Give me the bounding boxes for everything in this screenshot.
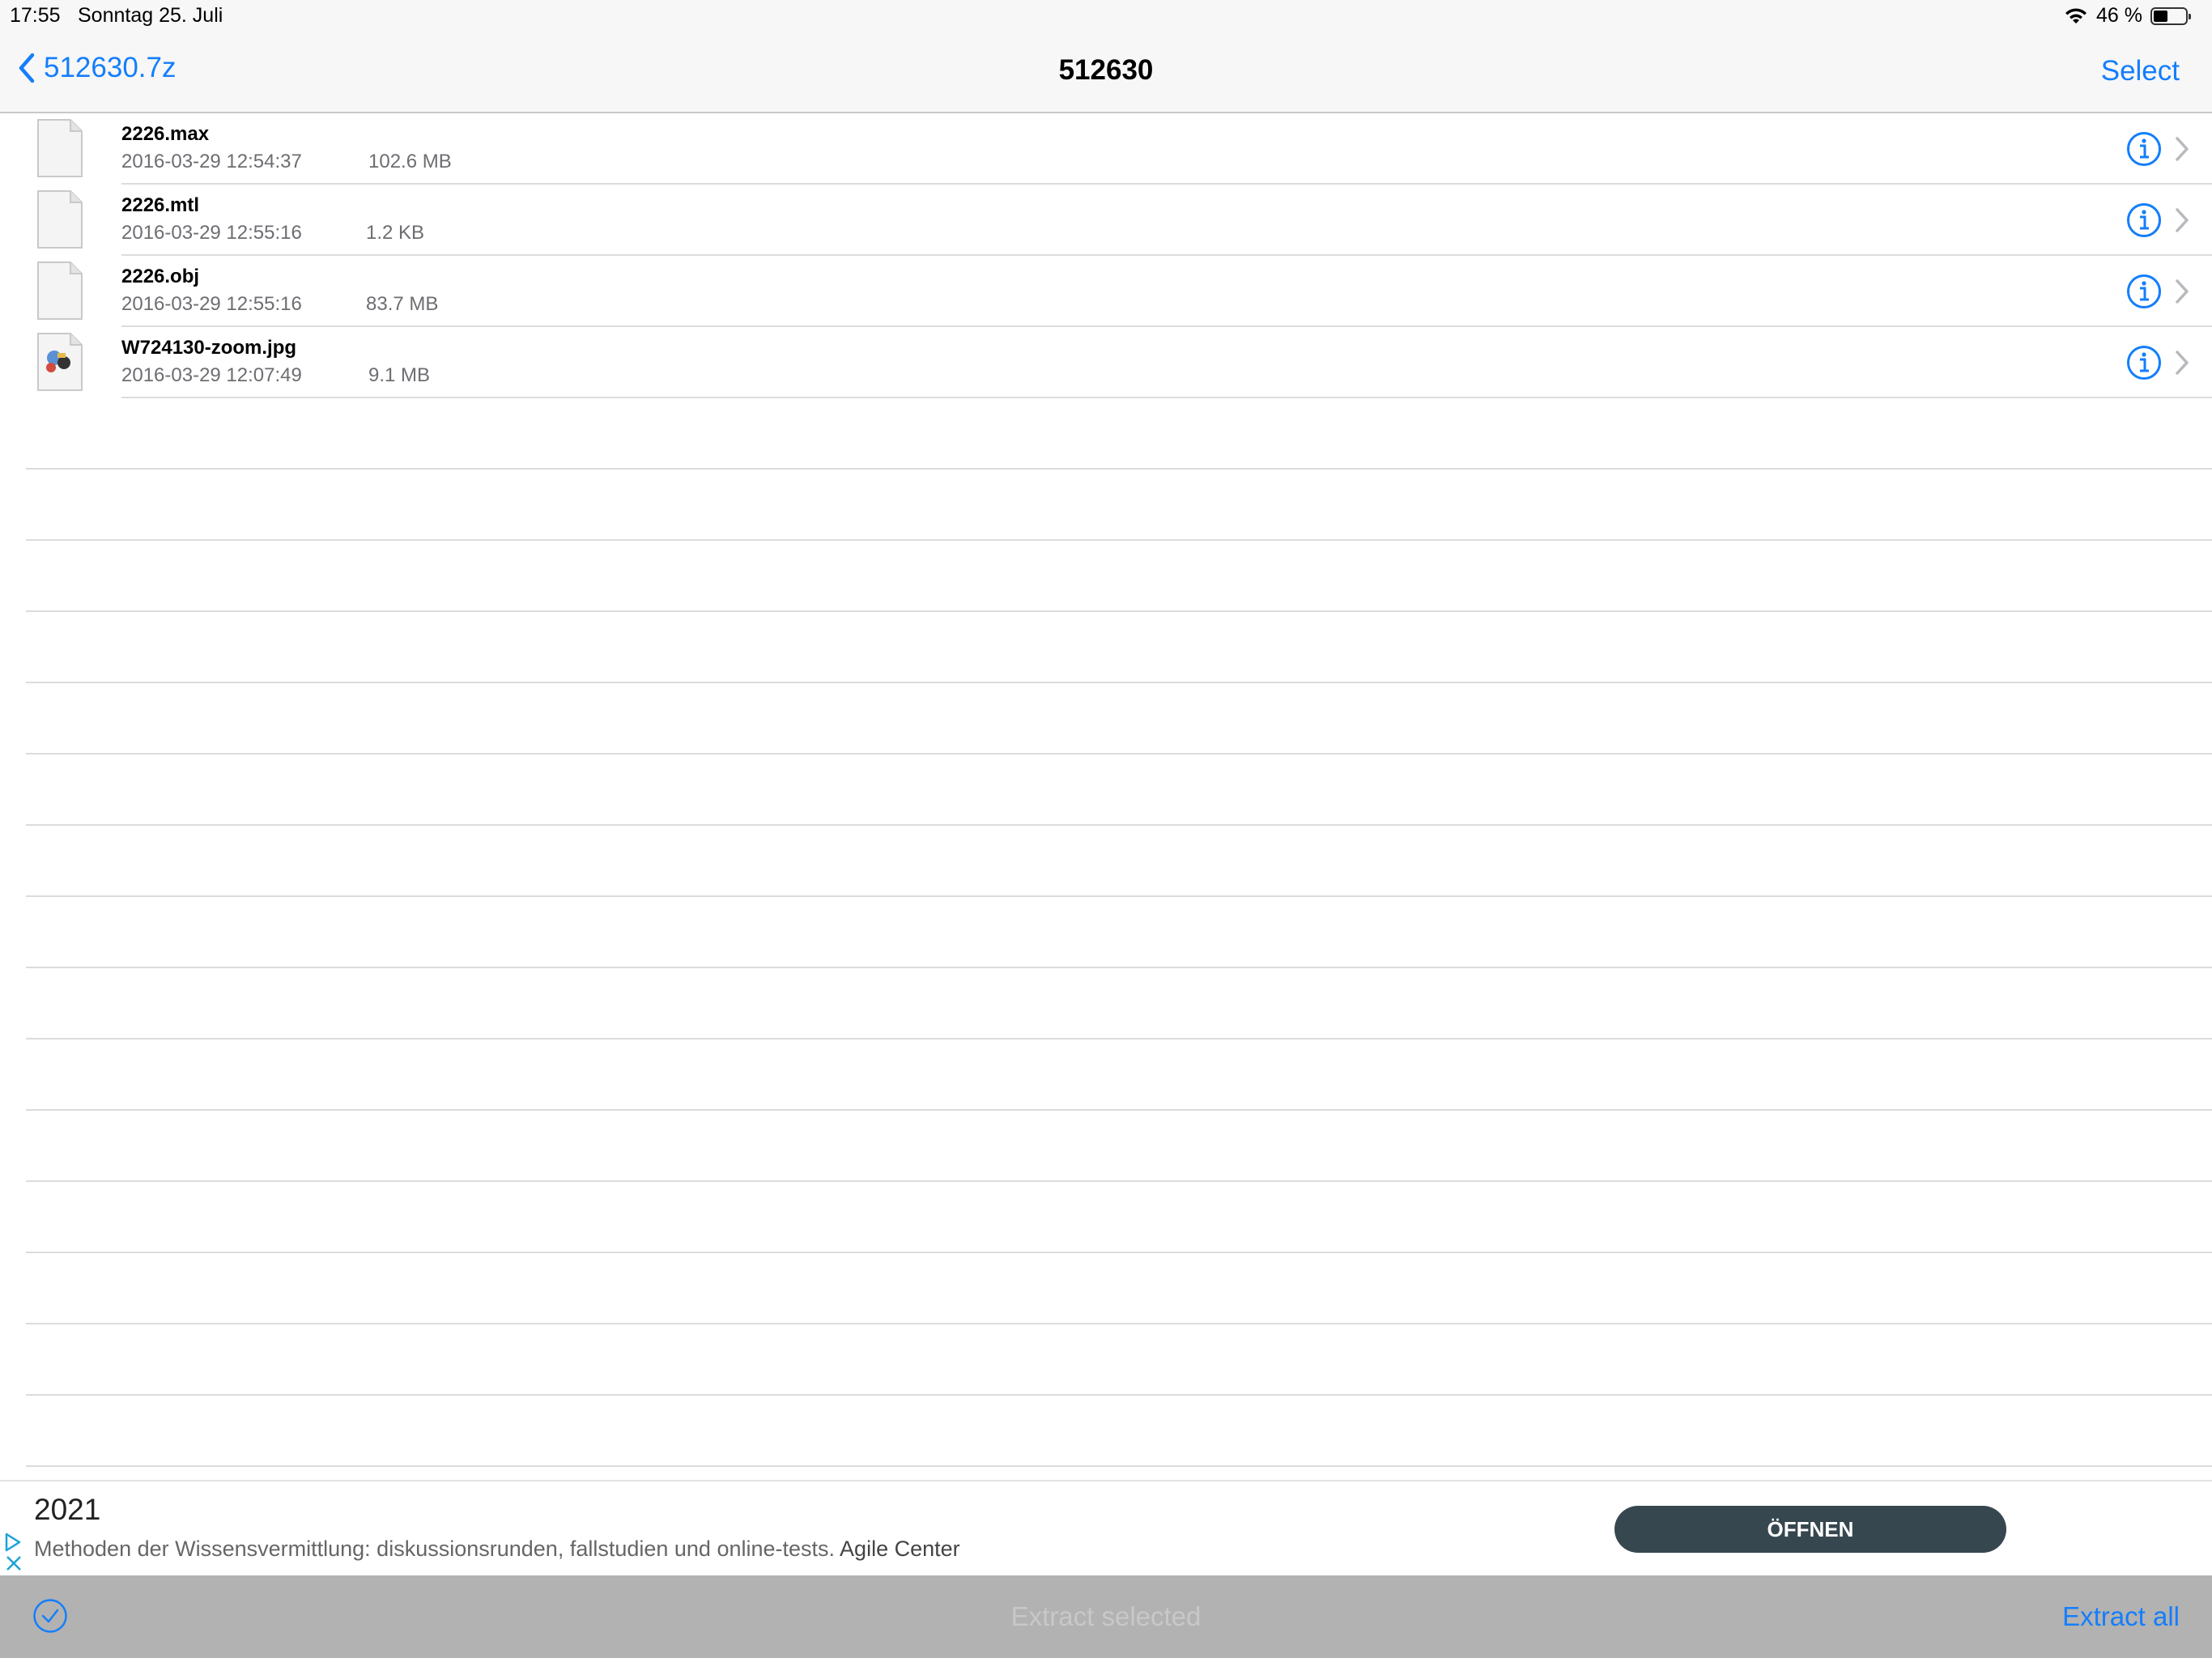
ad-open-button[interactable]: ÖFFNEN [1614,1506,2006,1553]
file-date: 2016-03-29 12:07:49 [121,364,302,386]
file-row[interactable]: 2226.max 2016-03-29 12:54:37 102.6 MB [0,113,2212,185]
ad-brand: Agile Center [840,1537,960,1561]
list-separator [0,1182,2212,1253]
empty-list-area [0,398,2212,1467]
image-file-icon [37,333,83,391]
generic-file-icon [37,190,83,249]
chevron-right-icon [2176,208,2189,232]
ad-title: 2021 [34,1493,101,1526]
file-row[interactable]: W724130-zoom.jpg 2016-03-29 12:07:49 9.1… [0,327,2212,398]
select-button[interactable]: Select [2101,55,2180,87]
ad-description: Methoden der Wissensvermittlung: diskuss… [34,1537,960,1562]
wifi-icon [2065,7,2087,23]
info-icon[interactable] [2126,131,2162,167]
list-separator [0,541,2212,612]
battery-icon [2150,6,2191,25]
file-row[interactable]: 2226.mtl 2016-03-29 12:55:16 1.2 KB [0,185,2212,256]
chevron-right-icon [2176,279,2189,304]
status-time: 17:55 [10,4,61,27]
status-date: Sonntag 25. Juli [78,4,223,27]
info-icon[interactable] [2126,274,2162,309]
list-separator [0,826,2212,897]
status-bar: 17:55 Sonntag 25. Juli 46 % [0,0,2212,32]
extract-all-button[interactable]: Extract all [2062,1601,2180,1632]
file-name: 2226.obj [121,266,200,287]
file-size: 1.2 KB [366,222,425,244]
chevron-right-icon [2176,137,2189,161]
file-name: 2226.mtl [121,194,200,216]
file-size: 83.7 MB [366,293,439,315]
battery-fill [2154,10,2168,22]
close-icon[interactable] [5,1554,23,1572]
file-date: 2016-03-29 12:54:37 [121,151,302,172]
file-date: 2016-03-29 12:55:16 [121,293,302,315]
file-list: 2226.max 2016-03-29 12:54:37 102.6 MB 22… [0,113,2212,398]
list-separator [0,1111,2212,1182]
ad-choices-icon[interactable] [3,1532,23,1553]
bottom-toolbar: Extract selected Extract all [0,1575,2212,1658]
file-size: 9.1 MB [368,364,431,386]
list-separator [0,1396,2212,1467]
file-name: W724130-zoom.jpg [121,337,297,359]
file-size: 102.6 MB [368,151,452,172]
list-separator [0,1253,2212,1324]
info-icon[interactable] [2126,345,2162,380]
chevron-right-icon [2176,351,2189,375]
status-indicators: 46 % [2064,4,2191,28]
extract-selected-button[interactable]: Extract selected [0,1601,2212,1632]
list-separator [0,470,2212,541]
navigation-bar: 512630.7z 512630 Select [0,32,2212,113]
list-separator [0,1324,2212,1396]
list-separator [0,398,2212,470]
list-separator [0,683,2212,755]
list-separator [0,612,2212,683]
file-row[interactable]: 2226.obj 2016-03-29 12:55:16 83.7 MB [0,256,2212,327]
file-name: 2226.max [121,123,210,145]
list-separator [0,968,2212,1039]
generic-file-icon [37,261,83,320]
page-title: 512630 [1058,54,1154,86]
ad-text: Methoden der Wissensvermittlung: diskuss… [34,1537,836,1561]
file-date: 2016-03-29 12:55:16 [121,222,302,244]
generic-file-icon [37,119,83,177]
info-icon[interactable] [2126,202,2162,238]
ad-banner[interactable]: 2021 Methoden der Wissensvermittlung: di… [0,1480,2212,1575]
list-separator [0,755,2212,826]
battery-percent: 46 % [2096,4,2142,27]
list-separator [0,897,2212,968]
list-separator [0,1039,2212,1111]
